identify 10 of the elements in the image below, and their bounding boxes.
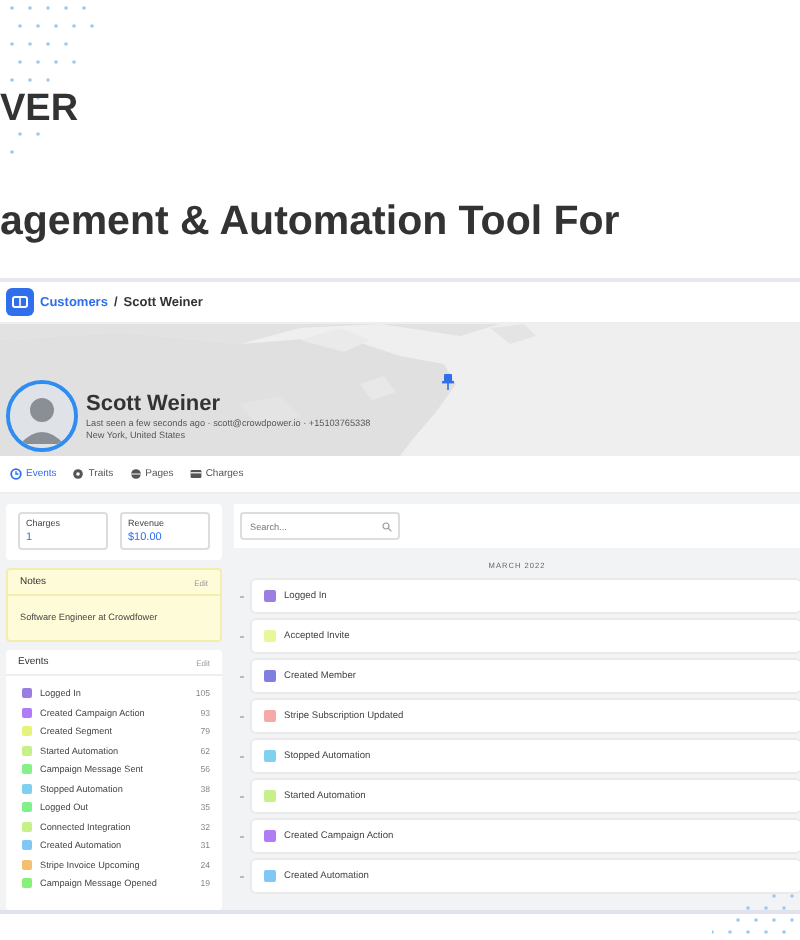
globe-icon [129,468,142,480]
headline: agement & Automation Tool For [0,198,620,244]
clock-icon [10,468,22,480]
dot-pattern-drawing [712,888,800,940]
app-icon[interactable] [6,288,34,316]
card-icon [189,468,202,480]
search-icon[interactable] [382,521,392,531]
map-pin-icon [442,374,454,390]
customer-name: Scott Weiner [86,392,223,416]
logo-text: VER [0,88,79,132]
